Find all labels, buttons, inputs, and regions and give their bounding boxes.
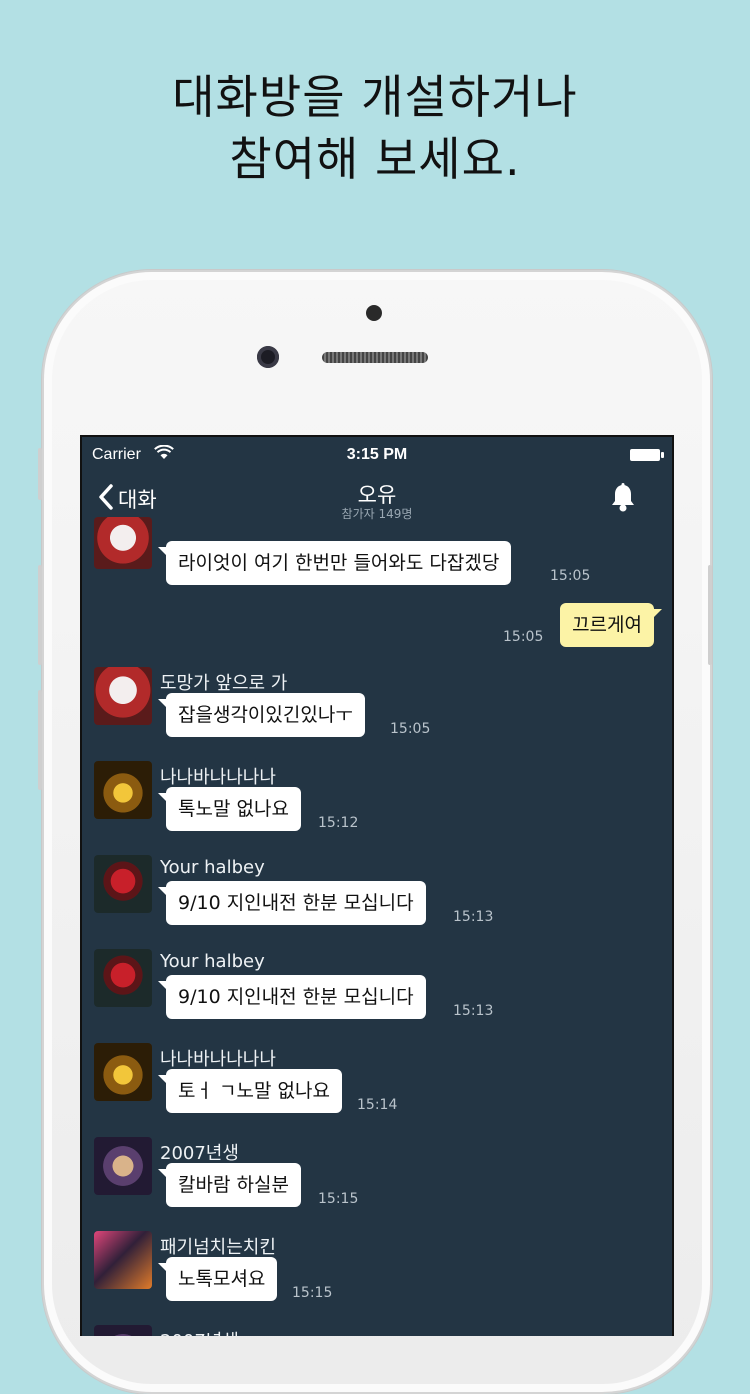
status-time: 3:15 PM <box>346 446 408 463</box>
power-button <box>708 565 712 665</box>
sender-name: 나나바나나나나 <box>160 767 276 788</box>
promo-headline: 대화방을 개설하거나 참여해 보세요. <box>0 66 750 190</box>
front-camera <box>257 346 279 368</box>
message-bubble[interactable]: 9/10 지인내전 한분 모십니다 <box>158 975 426 1019</box>
message-time: 15:15 <box>292 1285 333 1301</box>
headline-line-2: 참여해 보세요. <box>229 132 521 186</box>
sender-name: Your halbey <box>160 857 265 878</box>
participant-count: 참가자 149명 <box>341 507 413 521</box>
message-bubble[interactable]: 토ㅓ ㄱ노말 없나요 <box>158 1069 342 1113</box>
status-bar: Carrier 3:15 PM <box>82 437 672 473</box>
message-time: 15:14 <box>357 1097 398 1113</box>
fist-icon[interactable] <box>94 1137 152 1195</box>
rose-icon[interactable] <box>94 855 152 913</box>
rose-icon[interactable] <box>94 949 152 1007</box>
message-time: 15:13 <box>453 909 494 925</box>
sender-name: 나나바나나나나 <box>160 1049 276 1070</box>
rat-icon[interactable] <box>94 667 152 725</box>
punk-icon[interactable] <box>94 1231 152 1289</box>
gold-icon[interactable] <box>94 1043 152 1101</box>
phone-screen: Carrier 3:15 PM 대화 오유 참가자 149명 라이엇이 여기 한… <box>80 435 674 1336</box>
message-bubble[interactable]: 잡을생각이있긴있나ㅜ <box>158 693 365 737</box>
message-bubble[interactable]: 톡노말 없나요 <box>158 787 301 831</box>
fist-icon[interactable] <box>94 1325 152 1336</box>
nav-bar: 대화 오유 참가자 149명 <box>82 473 672 529</box>
sender-name: 2007년생 <box>160 1143 239 1164</box>
volume-down-button <box>38 690 42 790</box>
message-time: 15:15 <box>318 1191 359 1207</box>
message-time: 15:13 <box>453 1003 494 1019</box>
headline-line-1: 대화방을 개설하거나 <box>172 70 578 124</box>
volume-up-button <box>38 565 42 665</box>
message-bubble[interactable]: 칼바람 하실분 <box>158 1163 301 1207</box>
message-time: 15:12 <box>318 815 359 831</box>
sender-name: 도망가 앞으로 가 <box>160 673 288 694</box>
sender-name: 패기넘치는치킨 <box>160 1237 276 1258</box>
battery-icon <box>630 449 664 461</box>
rat-icon[interactable] <box>94 517 152 569</box>
message-time: 15:05 <box>550 568 591 584</box>
message-time: 15:05 <box>503 629 544 645</box>
message-bubble[interactable]: 노톡모셔요 <box>157 1257 278 1301</box>
gold-icon[interactable] <box>94 761 152 819</box>
message-bubble[interactable]: 9/10 지인내전 한분 모십니다 <box>158 881 426 925</box>
bell-icon[interactable] <box>610 483 636 517</box>
earpiece-speaker <box>322 352 428 363</box>
mute-switch <box>38 448 42 500</box>
sender-name: 2007년생 <box>160 1327 239 1336</box>
message-bubble[interactable]: 라이엇이 여기 한번만 들어와도 다잡겠당 <box>157 541 512 585</box>
proximity-sensor <box>366 305 382 321</box>
sender-name: Your halbey <box>160 951 265 972</box>
message-time: 15:05 <box>390 721 431 737</box>
my-message-bubble[interactable]: 끄르게여 <box>560 603 662 647</box>
